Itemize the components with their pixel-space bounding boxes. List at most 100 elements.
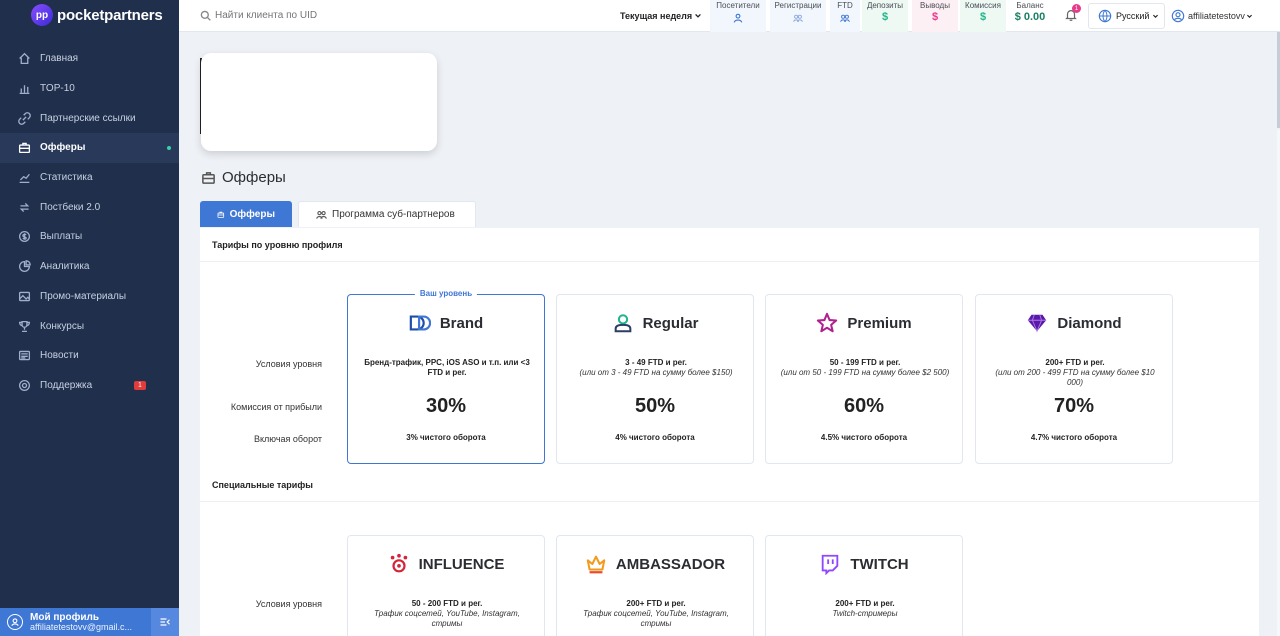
tier-conditions: 50 - 199 FTD и рег. (или от 50 - 199 FTD… — [778, 358, 952, 378]
sidebar-item-analytics[interactable]: Аналитика — [0, 252, 179, 282]
stat-label: Посетители — [716, 1, 760, 10]
stat-label: Депозиты — [866, 1, 904, 10]
special-card-influence[interactable]: INFLUENCE 50 - 200 FTD и рег. Трафик соц… — [347, 535, 545, 636]
tier-card-diamond[interactable]: Diamond 200+ FTD и рег. (или от 200 - 49… — [975, 294, 1173, 464]
trophy-icon — [17, 319, 31, 333]
dollar-icon: $ — [881, 11, 889, 23]
tier-percent: 50% — [634, 395, 676, 417]
sidebar-item-label: Офферы — [40, 142, 86, 154]
profile-avatar-icon — [7, 614, 23, 630]
tier-head: Premium — [766, 312, 962, 334]
stat-withdrawals[interactable]: Выводы $ — [912, 0, 958, 32]
tier-head: TWITCH — [766, 553, 962, 575]
promo-banner[interactable] — [201, 53, 437, 151]
sidebar-item-stats[interactable]: Статистика — [0, 163, 179, 193]
support-badge: 1 — [134, 380, 146, 390]
dollar-icon — [17, 230, 31, 244]
sidebar-item-links[interactable]: Партнерские ссылки — [0, 103, 179, 133]
users-icon — [316, 210, 327, 219]
tier-conditions-sub: Трафик соцсетей, YouTube, Instagram, стр… — [583, 609, 729, 628]
user-menu[interactable]: affiliatetestovv — [1169, 3, 1269, 29]
language-selector[interactable]: Русский — [1088, 3, 1165, 29]
notifications-button[interactable]: 1 — [1064, 4, 1081, 27]
tier-name: Brand — [439, 314, 484, 332]
tab-subpartners[interactable]: Программа суб-партнеров — [298, 201, 476, 227]
collapse-icon — [160, 618, 170, 626]
special-card-ambassador[interactable]: AMBASSADOR 200+ FTD и рег. Трафик соцсет… — [556, 535, 754, 636]
tier-name: INFLUENCE — [418, 555, 505, 573]
special-card-twitch[interactable]: TWITCH 200+ FTD и рег. Twitch-стримеры — [765, 535, 963, 636]
tier-card-premium[interactable]: Premium 50 - 199 FTD и рег. (или от 50 -… — [765, 294, 963, 464]
sidebar-item-label: Партнерские ссылки — [40, 112, 136, 124]
logo[interactable]: pp pocketpartners — [0, 0, 179, 30]
collapse-sidebar-button[interactable] — [151, 608, 179, 636]
chevron-down-icon — [695, 13, 702, 18]
influence-icon — [390, 553, 407, 573]
logo-icon: pp — [31, 4, 53, 26]
divider — [200, 261, 1259, 262]
sidebar-item-postbacks[interactable]: Постбеки 2.0 — [0, 192, 179, 222]
briefcase-icon — [202, 172, 215, 184]
tier-conditions: 50 - 200 FTD и рег. Трафик соцсетей, You… — [360, 599, 534, 629]
sidebar-item-label: Статистика — [40, 172, 93, 184]
tier-conditions-main: 200+ FTD и рег. — [835, 599, 895, 608]
tier-head: INFLUENCE — [348, 553, 544, 575]
sidebar-item-label: Новости — [40, 350, 79, 362]
tier-conditions: 200+ FTD и рег. Трафик соцсетей, YouTube… — [569, 599, 743, 629]
tab-label: Офферы — [229, 208, 275, 220]
analytics-icon — [17, 260, 31, 274]
dollar-icon: $ — [979, 11, 987, 23]
tier-conditions: 200+ FTD и рег. (или от 200 - 499 FTD на… — [988, 358, 1162, 388]
tier-percent: 70% — [1053, 395, 1095, 417]
language-label: Русский — [1116, 11, 1150, 21]
period-selector[interactable]: Текущая неделя — [620, 11, 702, 21]
stat-deposits[interactable]: Депозиты $ — [862, 0, 908, 32]
tier-conditions-main: 50 - 200 FTD и рег. — [411, 599, 483, 608]
stat-ftd[interactable]: FTD — [830, 0, 860, 32]
tier-conditions-main: 200+ FTD и рег. — [1045, 358, 1105, 367]
profile-email: affiliatetestovv@gmail.c... — [30, 622, 133, 632]
diamond-icon — [1028, 314, 1047, 333]
sidebar-nav: Главная TOP-10 Партнерские ссылки Офферы… — [0, 44, 179, 400]
tier-card-regular[interactable]: Regular 3 - 49 FTD и рег. (или от 3 - 49… — [556, 294, 754, 464]
balance-value: $ 0.00 — [1014, 11, 1046, 23]
sidebar-item-top10[interactable]: TOP-10 — [0, 74, 179, 104]
search-input[interactable] — [215, 10, 515, 21]
tab-offers[interactable]: Офферы — [200, 201, 292, 227]
tier-turnover: 4% чистого оборота — [615, 433, 695, 442]
globe-icon — [1098, 9, 1112, 23]
stat-label: Регистрации — [774, 1, 822, 10]
row-label-commission: Комиссия от прибыли — [230, 402, 322, 412]
current-level-label: Ваш уровень — [414, 289, 478, 298]
stat-registrations[interactable]: Регистрации — [770, 0, 826, 32]
page-title: Офферы — [201, 169, 286, 186]
tier-conditions-sub: (или от 50 - 199 FTD на сумму более $2 5… — [780, 368, 950, 377]
line-chart-icon — [17, 171, 31, 185]
home-icon — [17, 52, 31, 66]
stat-balance[interactable]: Баланс $ 0.00 — [1008, 0, 1052, 32]
crown-icon — [586, 555, 606, 574]
tier-conditions-main: Бренд-трафик, PPC, iOS ASO и т.п. или <3… — [364, 358, 530, 377]
user-avatar-icon — [1171, 9, 1185, 23]
profile-bar[interactable]: Мой профиль affiliatetestovv@gmail.c... — [0, 608, 179, 636]
tier-head: Diamond — [976, 312, 1172, 334]
users-icon — [840, 14, 850, 22]
sidebar-item-promo[interactable]: Промо-материалы — [0, 282, 179, 312]
sidebar-item-home[interactable]: Главная — [0, 44, 179, 74]
stat-commission[interactable]: Комиссия $ — [960, 0, 1006, 32]
sidebar-item-payouts[interactable]: Выплаты — [0, 222, 179, 252]
tier-conditions-sub: (или от 3 - 49 FTD на сумму более $150) — [579, 368, 733, 377]
tier-name: AMBASSADOR — [615, 555, 726, 573]
image-icon — [17, 289, 31, 303]
sidebar-item-news[interactable]: Новости — [0, 341, 179, 371]
sidebar-item-contests[interactable]: Конкурсы — [0, 311, 179, 341]
tier-percent: 60% — [843, 395, 885, 417]
stat-visitors[interactable]: Посетители — [710, 0, 766, 32]
tier-card-brand[interactable]: Ваш уровень Brand Бренд-трафик, PPC, iOS… — [347, 289, 545, 464]
support-icon — [17, 378, 31, 392]
tier-name: TWITCH — [850, 555, 909, 573]
sidebar-item-offers[interactable]: Офферы — [0, 133, 179, 163]
dollar-icon: $ — [931, 11, 939, 23]
sidebar-item-support[interactable]: Поддержка 1 — [0, 371, 179, 401]
sidebar-item-label: Конкурсы — [40, 320, 85, 332]
